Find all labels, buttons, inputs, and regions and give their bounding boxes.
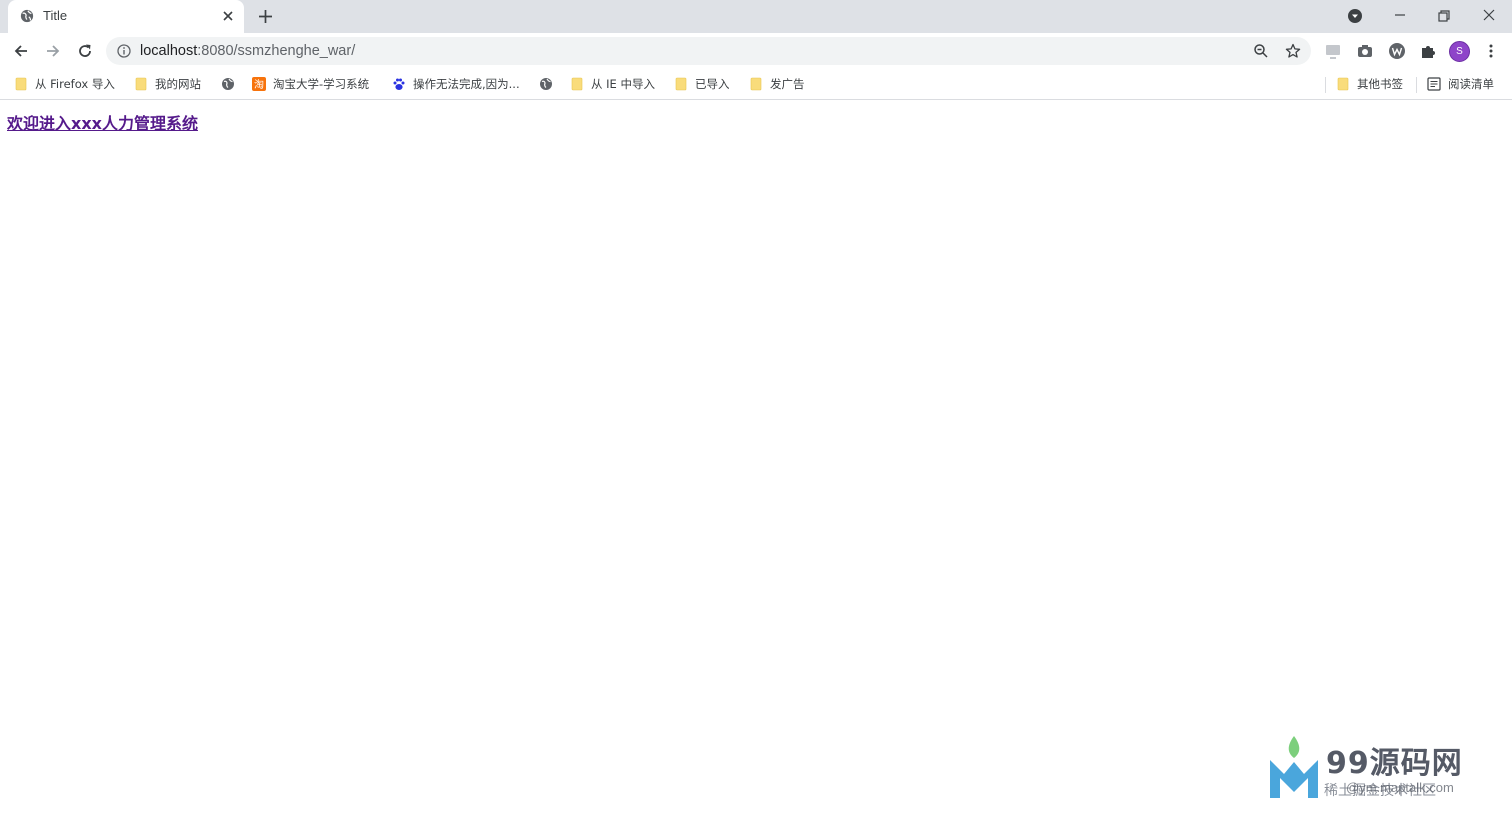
bookmark-label: 阅读清单 bbox=[1448, 77, 1494, 91]
zoom-icon[interactable] bbox=[1253, 43, 1269, 59]
info-icon[interactable] bbox=[117, 44, 131, 58]
back-icon[interactable] bbox=[12, 42, 30, 60]
reload-icon[interactable] bbox=[76, 42, 94, 60]
url-path: :8080/ssmzhenghe_war/ bbox=[197, 43, 356, 59]
svg-text:淘: 淘 bbox=[254, 78, 264, 91]
minimize-icon[interactable] bbox=[1392, 8, 1408, 24]
bookmark-globe-1[interactable] bbox=[221, 75, 242, 93]
bookmark-separator bbox=[1416, 77, 1417, 93]
globe-icon bbox=[20, 9, 34, 23]
watermark-logo-icon bbox=[1270, 736, 1318, 798]
globe-icon bbox=[540, 78, 552, 90]
bookmark-folder-imported[interactable]: 已导入 bbox=[674, 75, 730, 93]
profile-avatar[interactable]: S bbox=[1449, 41, 1470, 62]
bookmark-label: 发广告 bbox=[770, 77, 805, 91]
bookmark-folder-firefox[interactable]: 从 Firefox 导入 bbox=[14, 75, 115, 93]
w-extension-icon[interactable] bbox=[1388, 42, 1406, 60]
welcome-link[interactable]: 欢迎进入xxx人力管理系统 bbox=[7, 110, 198, 134]
bookmark-folder-ads[interactable]: 发广告 bbox=[749, 75, 805, 93]
bookmark-label: 淘宝大学-学习系统 bbox=[273, 77, 370, 91]
tab-active[interactable]: Title bbox=[8, 0, 244, 33]
tab-strip: Title bbox=[0, 0, 1512, 33]
bookmark-label: 从 Firefox 导入 bbox=[35, 77, 115, 91]
toolbar: localhost:8080/ssmzhenghe_war/ S bbox=[0, 33, 1512, 68]
reading-list[interactable]: 阅读清单 bbox=[1427, 75, 1494, 93]
folder-icon bbox=[135, 77, 147, 91]
bookmark-label: 操作无法完成,因为... bbox=[413, 77, 520, 91]
address-bar[interactable]: localhost:8080/ssmzhenghe_war/ bbox=[106, 37, 1311, 65]
bookmark-folder-mysite[interactable]: 我的网站 bbox=[134, 75, 201, 93]
restore-icon[interactable] bbox=[1436, 8, 1452, 24]
bookmark-globe-2[interactable] bbox=[539, 75, 560, 93]
reading-list-icon bbox=[1427, 77, 1441, 91]
star-icon[interactable] bbox=[1285, 43, 1301, 59]
folder-icon bbox=[750, 77, 762, 91]
bookmark-baidu[interactable]: 操作无法完成,因为... bbox=[392, 75, 520, 93]
folder-icon bbox=[1337, 77, 1349, 91]
tab-title: Title bbox=[43, 8, 68, 23]
url-text[interactable]: localhost:8080/ssmzhenghe_war/ bbox=[140, 43, 355, 59]
extensions-puzzle-icon[interactable] bbox=[1419, 42, 1437, 60]
close-tab-icon[interactable] bbox=[222, 10, 234, 22]
bookmark-folder-ie[interactable]: 从 IE 中导入 bbox=[570, 75, 655, 93]
watermark-brand: 99源码网 bbox=[1326, 746, 1463, 781]
taobao-icon: 淘 bbox=[252, 77, 266, 91]
tab-search-icon[interactable] bbox=[1347, 8, 1363, 24]
folder-icon bbox=[15, 77, 27, 91]
watermark-sub2: @ym.maptalk.com bbox=[1346, 780, 1454, 795]
folder-icon bbox=[571, 77, 583, 91]
bookmark-taobao[interactable]: 淘 淘宝大学-学习系统 bbox=[252, 75, 369, 93]
new-tab-icon[interactable] bbox=[258, 9, 273, 24]
baidu-icon bbox=[393, 78, 405, 90]
watermark: 99源码网 稀土掘金技术社区 @ym.maptalk.com bbox=[1266, 730, 1498, 804]
globe-icon bbox=[222, 78, 234, 90]
folder-icon bbox=[675, 77, 687, 91]
bookmarks-bar: 从 Firefox 导入 我的网站 淘 淘宝大学-学习系统 操作无法完成,因为.… bbox=[0, 68, 1512, 100]
url-host: localhost bbox=[140, 43, 198, 59]
bookmark-separator bbox=[1325, 77, 1326, 93]
bookmark-label: 我的网站 bbox=[155, 77, 201, 91]
forward-icon[interactable] bbox=[44, 42, 62, 60]
bookmark-label: 从 IE 中导入 bbox=[591, 77, 655, 91]
bookmark-label: 已导入 bbox=[695, 77, 730, 91]
camera-icon[interactable] bbox=[1356, 42, 1374, 60]
bookmark-label: 其他书签 bbox=[1357, 77, 1403, 91]
menu-kebab-icon[interactable] bbox=[1482, 42, 1500, 60]
close-window-icon[interactable] bbox=[1481, 8, 1497, 24]
bookmark-other[interactable]: 其他书签 bbox=[1336, 75, 1403, 93]
cast-icon[interactable] bbox=[1324, 42, 1342, 60]
